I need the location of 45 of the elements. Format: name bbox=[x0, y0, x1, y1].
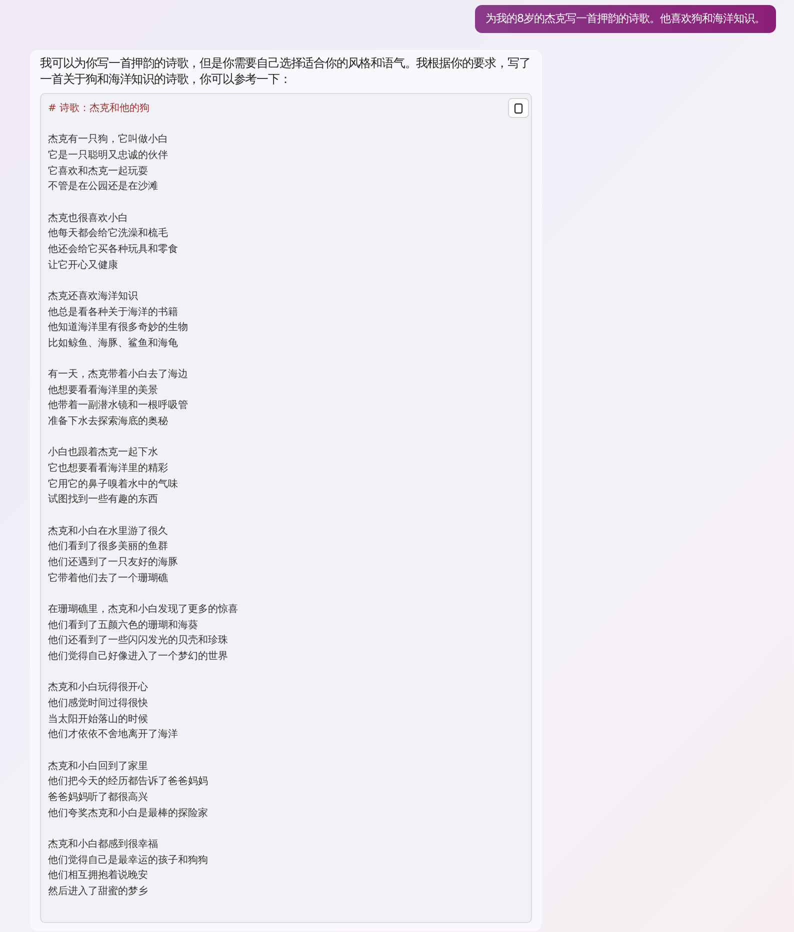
poem-line: 杰克和小白在水里游了很久 bbox=[48, 524, 168, 539]
poem-line: 他们才依依不舍地离开了海洋 bbox=[48, 728, 178, 742]
poem-line: 他们还遇到了一只友好的海豚 bbox=[48, 556, 178, 570]
poem-line: 有一天，杰克带着小白去了海边 bbox=[48, 368, 188, 382]
poem-line: 它也想要看看海洋里的精彩 bbox=[48, 462, 168, 476]
poem-line: 他们觉得自己好像进入了一个梦幻的世界 bbox=[48, 650, 228, 664]
poem-line: 小白也跟着杰克一起下水 bbox=[48, 446, 158, 460]
copy-button[interactable] bbox=[508, 98, 529, 118]
poem-line: 他总是看各种关于海洋的书籍 bbox=[48, 306, 178, 320]
poem-line: 他想要看看海洋里的美景 bbox=[48, 384, 158, 398]
poem-line: 他带着一副潜水镜和一根呼吸管 bbox=[48, 398, 188, 414]
poem-line: 他们把今天的经历都告诉了爸爸妈妈 bbox=[48, 774, 208, 790]
poem-line: 他们夸奖杰克和小白是最棒的探险家 bbox=[48, 806, 208, 821]
poem-line: 它用它的鼻子嗅着水中的气味 bbox=[48, 478, 178, 492]
poem-line: 他们还看到了一些闪闪发光的贝壳和珍珠 bbox=[48, 634, 228, 648]
poem-line: 杰克还喜欢海洋知识 bbox=[48, 290, 138, 304]
poem-line: 杰克有一只狗，它叫做小白 bbox=[48, 132, 168, 148]
poem-line: 当太阳开始落山的时候 bbox=[48, 712, 148, 727]
poem-line: 爸爸妈妈听了都很高兴 bbox=[48, 790, 148, 805]
reply-text: 我可以为你写一首押韵的诗歌，但是你需要自己选择适合你的风格和语气。我根据你的要求，写了一首关于狗和海洋知识的诗歌，你可以参考一下： bbox=[40, 55, 532, 87]
poem-line: 杰克和小白都感到很幸福 bbox=[48, 838, 158, 852]
poem-line: 他每天都会给它洗澡和梳毛 bbox=[48, 226, 168, 242]
poem-line: 他们觉得自己是最幸运的孩子和狗狗 bbox=[48, 854, 208, 868]
poem-line: 杰克也很喜欢小白 bbox=[48, 212, 128, 226]
poem-line: 他们感觉时间过得很快 bbox=[48, 696, 148, 711]
poem-line: 它带着他们去了一个珊瑚礁 bbox=[48, 572, 168, 586]
poem-line: 他知道海洋里有很多奇妙的生物 bbox=[48, 320, 188, 336]
poem-line: 他们看到了五颜六色的珊瑚和海葵 bbox=[48, 618, 198, 633]
poem-line: 他们看到了很多美丽的鱼群 bbox=[48, 540, 168, 554]
poem-line: 它喜欢和杰克一起玩耍 bbox=[48, 164, 148, 179]
poem-line: 准备下水去探索海底的奥秘 bbox=[48, 414, 168, 430]
copy-icon bbox=[514, 102, 523, 114]
poem-line: 杰克和小白玩得很开心 bbox=[48, 680, 148, 696]
poem-line: 试图找到一些有趣的东西 bbox=[48, 492, 158, 508]
poem-line: 比如鲸鱼、海豚、鲨鱼和海龟 bbox=[48, 336, 178, 351]
code-heading: # 诗歌：杰克和他的狗 bbox=[48, 102, 150, 116]
poem-line: 他们相互拥抱着说晚安 bbox=[48, 868, 148, 884]
user-message: 为我的8岁的杰克写一首押韵的诗歌。他喜欢狗和海洋知识。 bbox=[474, 5, 776, 33]
poem-line: 在珊瑚礁里，杰克和小白发现了更多的惊喜 bbox=[48, 602, 238, 617]
poem-line: 不管是在公园还是在沙滩 bbox=[48, 180, 158, 194]
poem-line: 它是一只聪明又忠诚的伙伴 bbox=[48, 148, 168, 163]
poem-line: 他还会给它买各种玩具和零食 bbox=[48, 242, 178, 257]
poem-line: 然后进入了甜蜜的梦乡 bbox=[48, 884, 148, 899]
poem-line: 杰克和小白回到了家里 bbox=[48, 760, 148, 774]
poem-line: 让它开心又健康 bbox=[48, 258, 118, 273]
